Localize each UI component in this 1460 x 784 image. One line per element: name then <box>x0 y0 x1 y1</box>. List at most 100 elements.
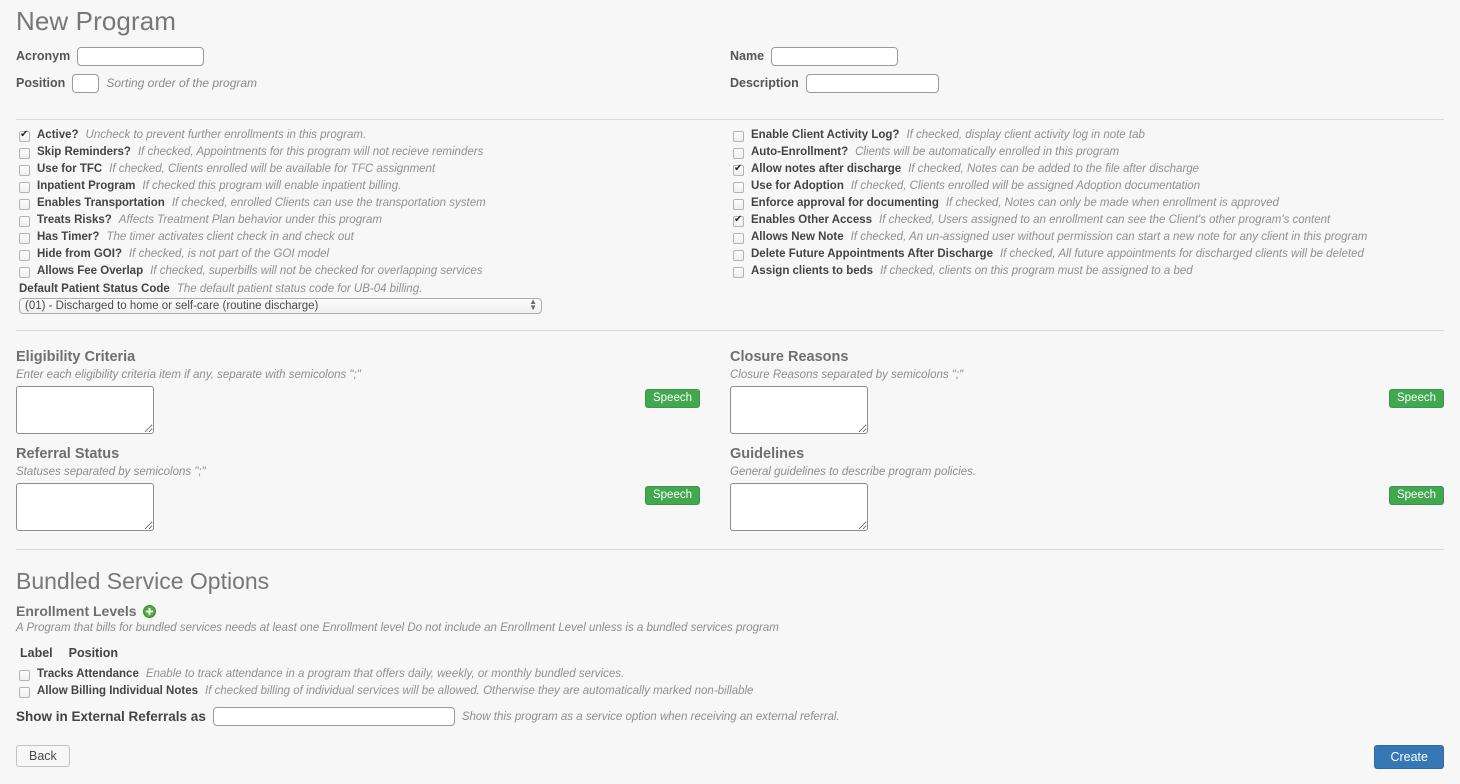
checkbox-label-treats-risks: Treats Risks? <box>37 214 112 226</box>
default-patient-status-hint: The default patient status code for UB-0… <box>176 283 423 295</box>
position-hint: Sorting order of the program <box>106 76 258 90</box>
checkbox-label-enforce-approval-for-documenting: Enforce approval for documenting <box>751 197 939 209</box>
footer-actions: Back Create <box>16 745 1444 769</box>
checkbox-hint-active: Uncheck to prevent further enrollments i… <box>85 129 367 141</box>
checkbox-label-auto-enrollment: Auto-Enrollment? <box>751 146 849 158</box>
checkbox-use-for-adoption[interactable] <box>733 182 744 193</box>
position-field-row: Position Sorting order of the program <box>16 72 730 94</box>
text-blocks-row-1: Eligibility Criteria Enter each eligibil… <box>16 349 1444 434</box>
name-input[interactable] <box>771 46 899 66</box>
enrollment-levels-header: Enrollment Levels <box>16 603 1444 619</box>
checkbox-label-skip-reminders: Skip Reminders? <box>37 146 131 158</box>
checkbox-delete-future-appointments-after-discharge[interactable] <box>733 250 744 261</box>
checkbox-row-inpatient-program: Inpatient Program If checked this program… <box>16 180 730 197</box>
checkbox-enables-transportation[interactable] <box>19 199 30 210</box>
checkbox-active[interactable] <box>19 129 30 142</box>
checkbox-allows-fee-overlap[interactable] <box>19 267 30 278</box>
referral-status-speech-button[interactable]: Speech <box>644 486 700 505</box>
checkbox-row-allow-notes-after-discharge: Allow notes after discharge If checked, N… <box>730 163 1444 180</box>
acronym-input[interactable] <box>77 46 205 66</box>
checkbox-label-enable-client-activity-log: Enable Client Activity Log? <box>751 129 900 141</box>
position-input[interactable] <box>72 73 100 93</box>
external-referral-hint: Show this program as a service option wh… <box>461 710 840 723</box>
closure-reasons-hint: Closure Reasons separated by semicolons … <box>730 369 964 381</box>
checkbox-row-skip-reminders: Skip Reminders? If checked, Appointments … <box>16 146 730 163</box>
closure-reasons-textarea[interactable] <box>730 386 868 434</box>
checkbox-hint-allow-billing-individual-notes: If checked billing of individual service… <box>205 685 754 697</box>
checkbox-hide-from-goi[interactable] <box>19 250 30 261</box>
referral-status-textarea[interactable] <box>16 483 154 531</box>
closure-reasons-speech-button[interactable]: Speech <box>1388 389 1444 408</box>
guidelines-hint: General guidelines to describe program p… <box>730 466 977 478</box>
bundled-service-options-title: Bundled Service Options <box>16 568 270 594</box>
plus-circle-icon[interactable] <box>142 604 156 618</box>
checkbox-allow-billing-individual-notes[interactable] <box>19 687 30 698</box>
checkbox-hint-skip-reminders: If checked, Appointments for this progra… <box>137 146 484 158</box>
eligibility-criteria-hint: Enter each eligibility criteria item if … <box>16 369 361 381</box>
checkbox-hint-treats-risks: Affects Treatment Plan behavior under th… <box>118 214 382 226</box>
checkbox-row-enables-transportation: Enables Transportation If checked, enroll… <box>16 197 730 214</box>
divider-bottom <box>16 549 1444 550</box>
options-left-column: Active? Uncheck to prevent further enroll… <box>16 129 730 282</box>
checkbox-row-active: Active? Uncheck to prevent further enroll… <box>16 129 730 146</box>
checkbox-label-allows-new-note: Allows New Note <box>751 231 844 243</box>
checkbox-hint-tracks-attendance: Enable to track attendance in a program … <box>145 668 625 680</box>
default-patient-status-select[interactable]: (01) - Discharged to home or self-care (… <box>19 298 542 314</box>
checkbox-row-allow-billing-individual-notes: Allow Billing Individual Notes If checked… <box>16 685 1444 702</box>
checkbox-label-enables-transportation: Enables Transportation <box>37 197 165 209</box>
checkbox-auto-enrollment[interactable] <box>733 148 744 159</box>
external-referral-input[interactable] <box>212 707 455 726</box>
checkbox-row-allows-fee-overlap: Allows Fee Overlap If checked, superbills… <box>16 265 730 282</box>
checkbox-hint-enable-client-activity-log: If checked, display client activity log … <box>906 129 1145 141</box>
checkbox-inpatient-program[interactable] <box>19 182 30 193</box>
enrollment-levels-label: Enrollment Levels <box>16 603 137 619</box>
back-button[interactable]: Back <box>16 745 70 767</box>
checkbox-hint-auto-enrollment: Clients will be automatically enrolled i… <box>855 146 1120 158</box>
eligibility-criteria-speech-button[interactable]: Speech <box>644 389 700 408</box>
checkbox-row-allows-new-note: Allows New Note If checked, An un-assigne… <box>730 231 1444 248</box>
checkbox-tracks-attendance[interactable] <box>19 670 30 681</box>
checkbox-skip-reminders[interactable] <box>19 148 30 159</box>
divider-middle <box>16 330 1444 331</box>
checkbox-treats-risks[interactable] <box>19 216 30 227</box>
checkbox-label-allow-billing-individual-notes: Allow Billing Individual Notes <box>37 685 199 697</box>
description-label: Description <box>730 76 799 90</box>
guidelines-block: Guidelines General guidelines to describ… <box>730 446 1444 531</box>
guidelines-title: Guidelines <box>730 446 805 462</box>
checkbox-allow-notes-after-discharge[interactable] <box>733 163 744 176</box>
position-label: Position <box>16 76 66 90</box>
checkbox-enables-other-access[interactable] <box>733 214 744 227</box>
eligibility-criteria-title: Eligibility Criteria <box>16 349 136 365</box>
referral-status-block: Referral Status Statuses separated by se… <box>16 446 730 531</box>
checkbox-hint-use-for-adoption: If checked, Clients enrolled will be ass… <box>850 180 1201 192</box>
closure-reasons-block: Closure Reasons Closure Reasons separate… <box>730 349 1444 434</box>
referral-status-title: Referral Status <box>16 446 120 462</box>
top-form-left-column: Acronym Position Sorting order of the pr… <box>16 45 730 99</box>
create-button[interactable]: Create <box>1374 745 1444 769</box>
checkbox-row-has-timer: Has Timer? The timer activates client che… <box>16 231 730 248</box>
checkbox-hint-enables-transportation: If checked, enrolled Clients can use the… <box>171 197 486 209</box>
checkbox-has-timer[interactable] <box>19 233 30 244</box>
checkbox-hint-enforce-approval-for-documenting: If checked, Notes can only be made when … <box>945 197 1279 209</box>
top-form-right-column: Name Description <box>730 45 1444 99</box>
checkbox-label-hide-from-goi: Hide from GOI? <box>37 248 122 260</box>
checkbox-enable-client-activity-log[interactable] <box>733 131 744 142</box>
checkbox-row-auto-enrollment: Auto-Enrollment? Clients will be automati… <box>730 146 1444 163</box>
new-program-page: New Program Acronym Position Sorting ord… <box>0 0 1460 784</box>
bundled-hint: A Program that bills for bundled service… <box>16 622 779 634</box>
guidelines-textarea[interactable] <box>730 483 868 531</box>
checkbox-enforce-approval-for-documenting[interactable] <box>733 199 744 210</box>
checkbox-label-has-timer: Has Timer? <box>37 231 100 243</box>
enrollment-levels-column-headers: Label Position <box>16 646 1444 660</box>
checkbox-assign-clients-to-beds[interactable] <box>733 267 744 278</box>
guidelines-speech-button[interactable]: Speech <box>1388 486 1444 505</box>
checkbox-label-enables-other-access: Enables Other Access <box>751 214 873 226</box>
description-input[interactable] <box>805 73 939 93</box>
column-header-position: Position <box>68 646 118 660</box>
checkbox-hint-enables-other-access: If checked, Users assigned to an enrollm… <box>879 214 1331 226</box>
checkbox-hint-allows-fee-overlap: If checked, superbills will not be check… <box>150 265 483 277</box>
checkbox-use-for-tfc[interactable] <box>19 165 30 176</box>
checkbox-allows-new-note[interactable] <box>733 233 744 244</box>
checkbox-label-active: Active? <box>37 129 79 141</box>
eligibility-criteria-textarea[interactable] <box>16 386 154 434</box>
